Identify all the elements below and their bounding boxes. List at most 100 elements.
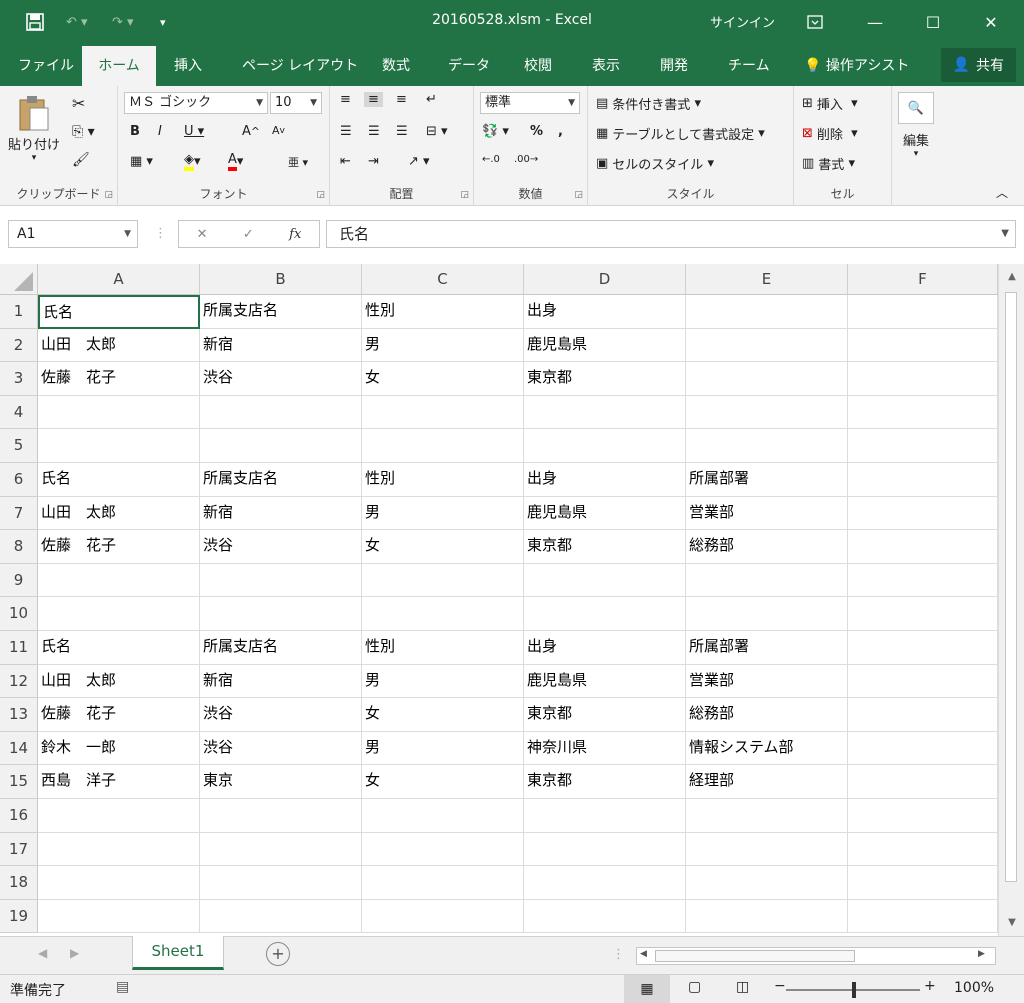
insert-cells-button[interactable]: ⊞ 挿入 ▾ [802,94,858,113]
alignment-launcher-icon[interactable]: ◲ [460,190,469,200]
cell-e11[interactable]: 所属部署 [686,631,848,665]
scroll-down-icon[interactable]: ▼ [999,912,1024,934]
tab-team[interactable]: チーム [714,46,784,86]
cell-d2[interactable]: 鹿児島県 [524,328,686,363]
cell-a13[interactable]: 佐藤 花子 [38,698,200,732]
cell-c18[interactable] [362,866,524,900]
cell-e9[interactable] [686,563,848,598]
row-header-7[interactable]: 7 [0,496,38,531]
cell-b10[interactable] [200,597,362,631]
cell-f2[interactable] [848,328,998,363]
cell-f15[interactable] [848,765,998,799]
tab-formulas[interactable]: 数式 [368,46,424,86]
row-header-1[interactable]: 1 [0,295,38,329]
cell-d16[interactable] [524,799,686,833]
cell-b17[interactable] [200,832,362,867]
align-center-icon[interactable]: ☰ [368,124,380,139]
cell-e15[interactable]: 経理部 [686,765,848,799]
cell-c7[interactable]: 男 [362,496,524,531]
cell-f10[interactable] [848,597,998,631]
cell-a16[interactable] [38,799,200,833]
cell-a10[interactable] [38,597,200,631]
cell-c19[interactable] [362,899,524,934]
cell-f3[interactable] [848,362,998,396]
page-layout-view-icon[interactable]: ▢ [688,979,701,995]
increase-font-icon[interactable]: A ^ [242,124,260,139]
cell-b8[interactable]: 渋谷 [200,530,362,564]
cell-b7[interactable]: 新宿 [200,496,362,531]
cell-f18[interactable] [848,866,998,900]
cell-c4[interactable] [362,395,524,430]
cancel-icon[interactable]: ✕ [197,227,208,242]
share-button[interactable]: 👤 共有 [940,48,1016,82]
cell-e12[interactable]: 営業部 [686,664,848,699]
font-launcher-icon[interactable]: ◲ [316,190,325,200]
increase-indent-icon[interactable]: ⇥ [368,154,379,169]
column-header-f[interactable]: F [848,264,998,295]
cell-a11[interactable]: 氏名 [38,631,200,665]
row-header-18[interactable]: 18 [0,866,38,900]
cell-b3[interactable]: 渋谷 [200,362,362,396]
cell-b19[interactable] [200,899,362,934]
cell-b4[interactable] [200,395,362,430]
row-header-5[interactable]: 5 [0,429,38,463]
ribbon-display-icon[interactable] [792,0,838,44]
cell-f7[interactable] [848,496,998,531]
format-as-table-button[interactable]: ▦ テーブルとして書式設定 ▾ [596,124,765,143]
align-middle-icon[interactable]: ≡ [364,92,383,107]
cell-a6[interactable]: 氏名 [38,463,200,497]
number-launcher-icon[interactable]: ◲ [574,190,583,200]
tab-review[interactable]: 校閲 [510,46,566,86]
cell-e18[interactable] [686,866,848,900]
currency-icon[interactable]: 💱 ▾ [482,124,509,139]
format-cells-button[interactable]: ▥ 書式 ▾ [802,154,855,173]
normal-view-icon[interactable]: ▦ [624,975,670,1003]
cell-b12[interactable]: 新宿 [200,664,362,699]
cell-b2[interactable]: 新宿 [200,328,362,363]
increase-decimal-icon[interactable]: ←.0 [482,154,500,165]
tab-insert[interactable]: 挿入 [160,46,216,86]
column-header-a[interactable]: A [38,264,200,295]
row-header-16[interactable]: 16 [0,799,38,833]
column-header-c[interactable]: C [362,264,524,295]
cell-d6[interactable]: 出身 [524,463,686,497]
tab-data[interactable]: データ [434,46,504,86]
cell-b16[interactable] [200,799,362,833]
cell-f14[interactable] [848,731,998,766]
comma-icon[interactable]: , [558,124,563,139]
cell-c11[interactable]: 性別 [362,631,524,665]
cell-c14[interactable]: 男 [362,731,524,766]
cell-a18[interactable] [38,866,200,900]
cell-e5[interactable] [686,429,848,463]
cell-d5[interactable] [524,429,686,463]
cell-a1[interactable]: 氏名 [38,295,200,329]
insert-function-icon[interactable]: fx [289,227,301,242]
align-bottom-icon[interactable]: ≡ [396,92,407,107]
paste-button[interactable]: 貼り付け ▾ [8,94,60,163]
row-header-9[interactable]: 9 [0,563,38,598]
font-name-combo[interactable]: ＭＳ ゴシック ▼ [124,92,268,114]
cell-f16[interactable] [848,799,998,833]
cell-c13[interactable]: 女 [362,698,524,732]
tab-developer[interactable]: 開発 [646,46,702,86]
cut-icon[interactable]: ✂ [72,94,85,113]
cell-d17[interactable] [524,832,686,867]
horizontal-scrollbar[interactable]: ◀ [636,947,996,965]
cell-d12[interactable]: 鹿児島県 [524,664,686,699]
cell-e4[interactable] [686,395,848,430]
cell-c10[interactable] [362,597,524,631]
cell-f6[interactable] [848,463,998,497]
cell-e13[interactable]: 総務部 [686,698,848,732]
font-size-combo[interactable]: 10 ▼ [270,92,322,114]
macro-record-icon[interactable]: ▤ [116,979,129,995]
horizontal-scroll-thumb[interactable] [655,950,855,962]
cell-a9[interactable] [38,563,200,598]
cell-d19[interactable] [524,899,686,934]
cell-f13[interactable] [848,698,998,732]
decrease-font-icon[interactable]: Av [272,124,285,137]
page-break-view-icon[interactable]: ◫ [736,979,749,995]
border-icon[interactable]: ▦ ▾ [130,154,153,169]
cell-c1[interactable]: 性別 [362,295,524,329]
row-header-8[interactable]: 8 [0,530,38,564]
cell-e10[interactable] [686,597,848,631]
